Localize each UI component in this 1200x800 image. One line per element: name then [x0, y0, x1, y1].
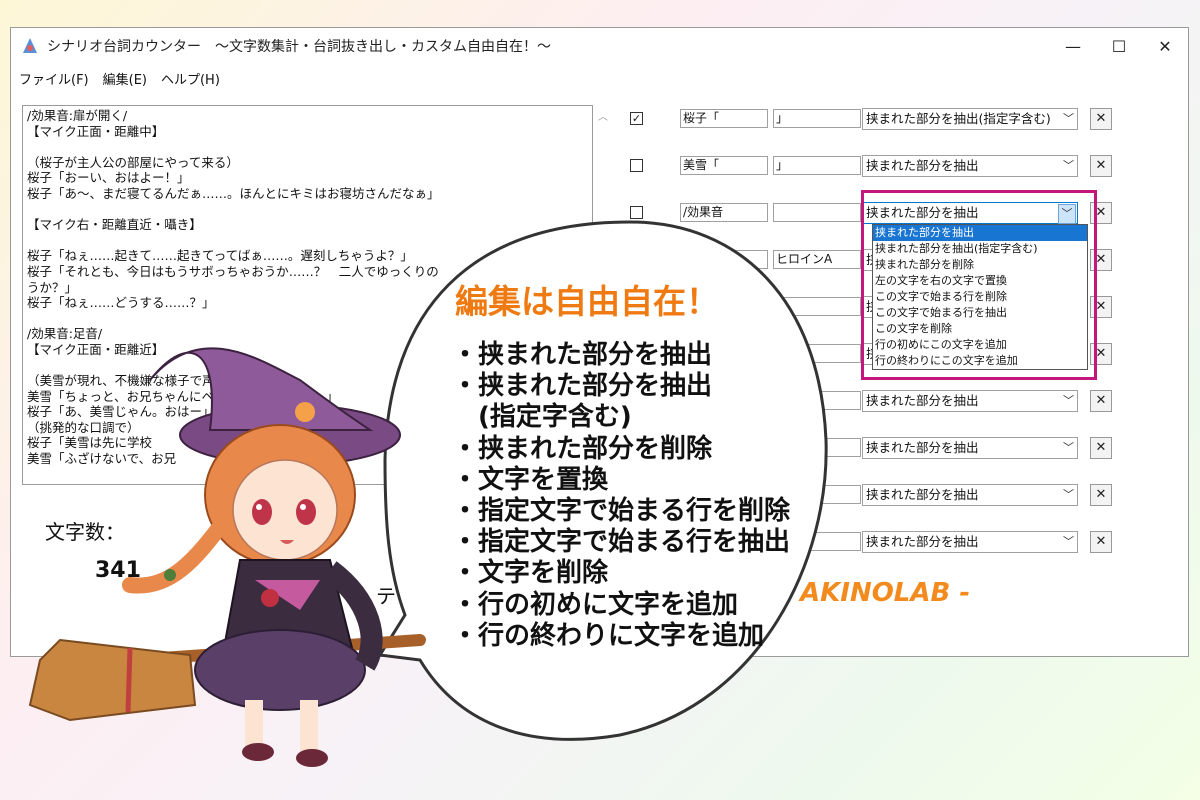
witch-character-illustration [28, 347, 426, 767]
